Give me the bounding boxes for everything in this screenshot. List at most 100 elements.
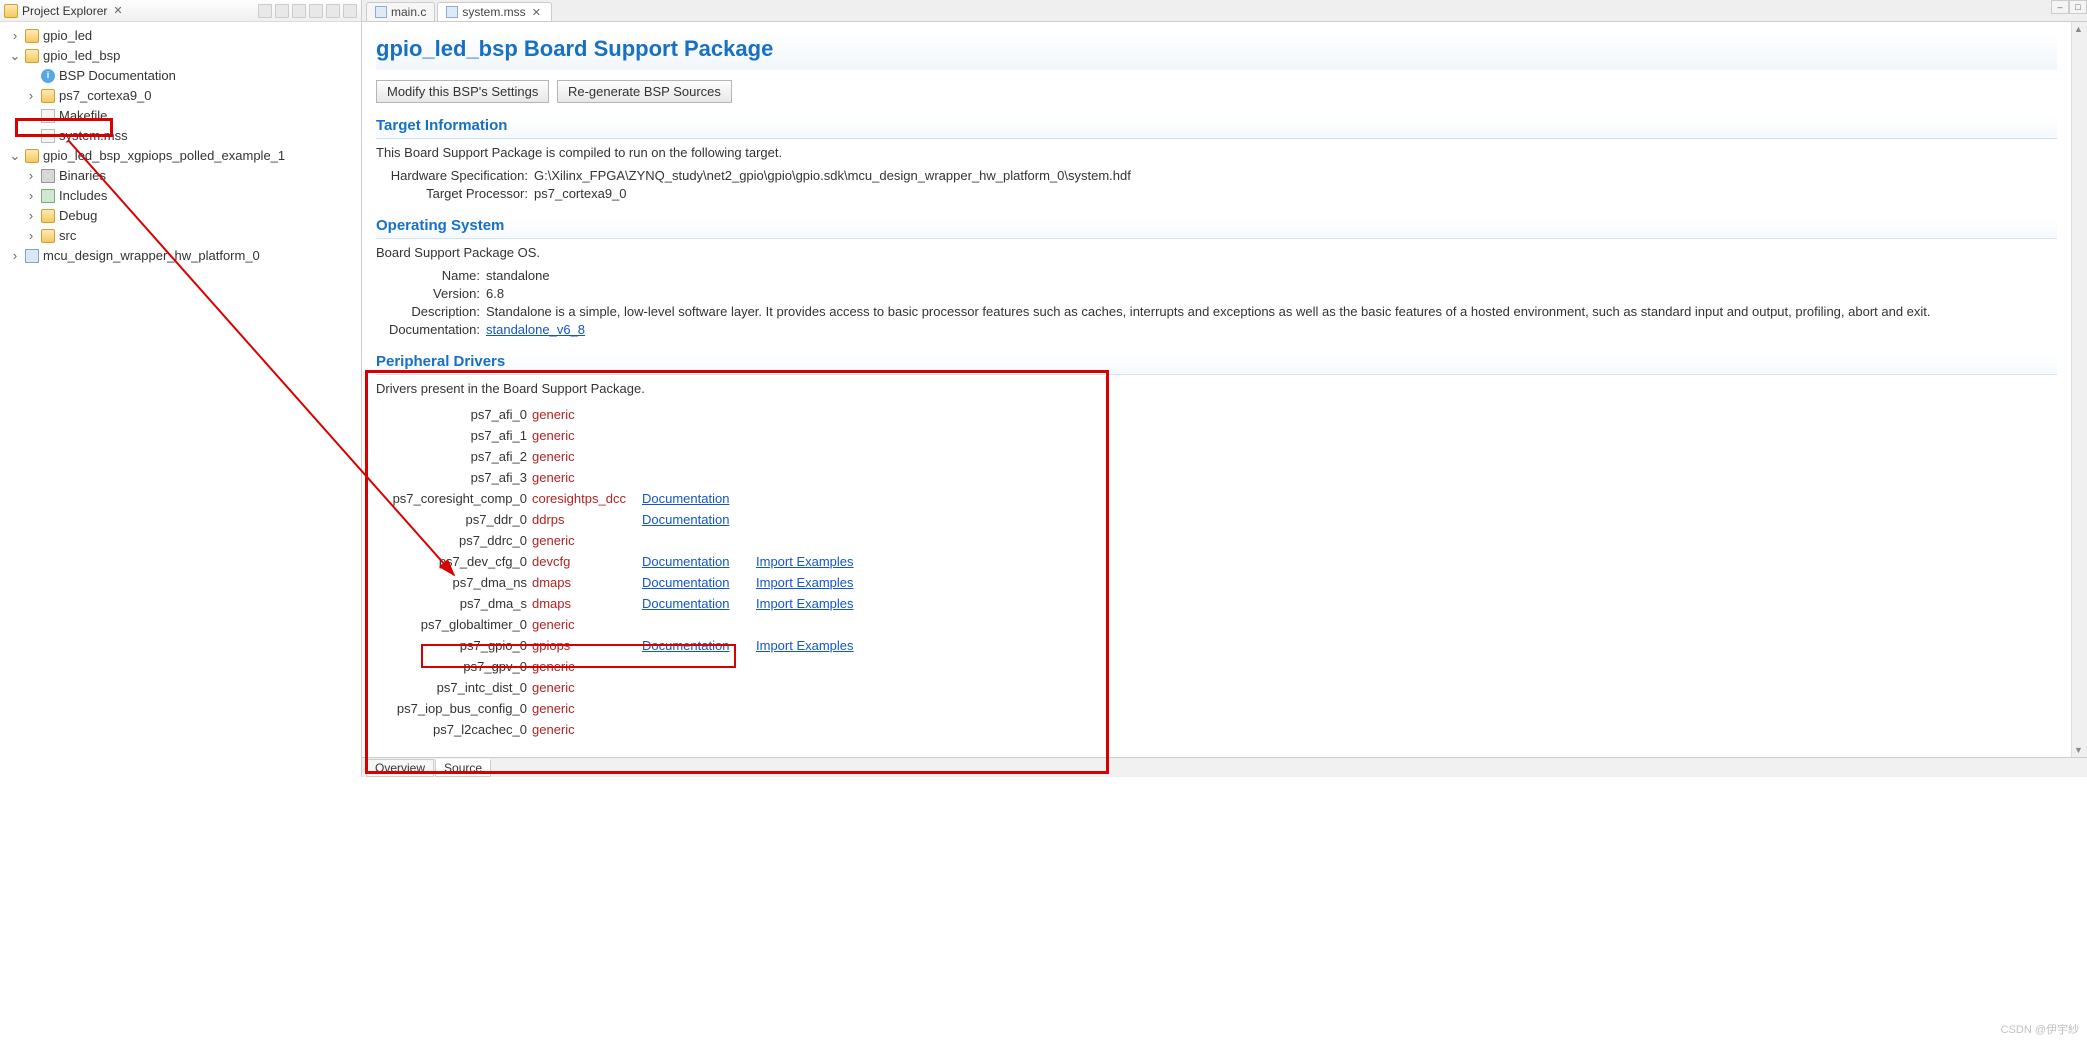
editor-max-icon[interactable]: □	[2069, 0, 2087, 14]
driver-doc-cell	[642, 425, 756, 446]
toolbar-min-icon[interactable]	[326, 4, 340, 18]
toolbar-link-icon[interactable]	[275, 4, 289, 18]
target-proc-label: Target Processor:	[376, 186, 534, 201]
driver-driver: gpiops	[532, 635, 642, 656]
twisty-icon[interactable]: ⌄	[9, 146, 21, 166]
modify-bsp-button[interactable]: Modify this BSP's Settings	[376, 80, 549, 103]
driver-import-cell	[756, 698, 886, 719]
driver-doc-link[interactable]: Documentation	[642, 575, 729, 590]
driver-driver: generic	[532, 698, 642, 719]
driver-row: ps7_ddrc_0generic	[376, 530, 2057, 551]
overview-tab[interactable]: Overview	[366, 759, 434, 777]
tree-label: system.mss	[59, 126, 128, 146]
twisty-icon[interactable]: ›	[25, 226, 37, 246]
driver-import-cell	[756, 719, 886, 740]
twisty-icon[interactable]: ›	[25, 166, 37, 186]
driver-import-cell	[756, 530, 886, 551]
tree-node-example-proj[interactable]: ⌄ gpio_led_bsp_xgpiops_polled_example_1	[6, 146, 288, 166]
driver-import-cell	[756, 488, 886, 509]
editor-content[interactable]: gpio_led_bsp Board Support Package Modif…	[362, 22, 2071, 757]
driver-row: ps7_l2cachec_0generic	[376, 719, 2057, 740]
driver-row: ps7_afi_3generic	[376, 467, 2057, 488]
binaries-icon	[41, 169, 55, 183]
tree-node-system-mss[interactable]: system.mss	[22, 126, 131, 146]
driver-driver: dmaps	[532, 572, 642, 593]
tree-node-src[interactable]: › src	[22, 226, 79, 246]
tree-node-debug[interactable]: › Debug	[22, 206, 100, 226]
tree-node-binaries[interactable]: › Binaries	[22, 166, 109, 186]
driver-row: ps7_afi_2generic	[376, 446, 2057, 467]
driver-name: ps7_globaltimer_0	[376, 614, 532, 635]
regenerate-bsp-button[interactable]: Re-generate BSP Sources	[557, 80, 732, 103]
tree-node-makefile[interactable]: Makefile	[22, 106, 110, 126]
twisty-icon[interactable]: ›	[25, 186, 37, 206]
driver-driver: dmaps	[532, 593, 642, 614]
twisty-icon[interactable]: ›	[25, 206, 37, 226]
driver-row: ps7_dma_nsdmapsDocumentationImport Examp…	[376, 572, 2057, 593]
driver-row: ps7_intc_dist_0generic	[376, 677, 2057, 698]
project-icon	[25, 149, 39, 163]
driver-import-link[interactable]: Import Examples	[756, 554, 854, 569]
driver-doc-cell	[642, 614, 756, 635]
tree-node-hw-platform[interactable]: › mcu_design_wrapper_hw_platform_0	[6, 246, 263, 266]
os-doc-link-cell: standalone_v6_8	[486, 322, 2057, 337]
driver-driver: devcfg	[532, 551, 642, 572]
editor-min-icon[interactable]: –	[2051, 0, 2069, 14]
driver-driver: generic	[532, 404, 642, 425]
twisty-icon[interactable]: ⌄	[9, 46, 21, 66]
driver-import-link[interactable]: Import Examples	[756, 596, 854, 611]
toolbar-collapse-icon[interactable]	[258, 4, 272, 18]
tree-label: gpio_led_bsp	[43, 46, 120, 66]
driver-driver: generic	[532, 425, 642, 446]
driver-doc-link[interactable]: Documentation	[642, 512, 729, 527]
driver-driver: generic	[532, 530, 642, 551]
tab-close-icon[interactable]: ✕	[530, 6, 543, 19]
view-close-icon[interactable]: ✕	[111, 4, 124, 17]
driver-doc-cell	[642, 677, 756, 698]
toolbar-max-icon[interactable]	[343, 4, 357, 18]
project-tree[interactable]: › gpio_led ⌄ gpio_led_bsp i BSP Document…	[0, 22, 361, 777]
file-icon	[41, 129, 55, 143]
driver-name: ps7_intc_dist_0	[376, 677, 532, 698]
driver-doc-cell: Documentation	[642, 551, 756, 572]
c-file-icon	[375, 6, 387, 18]
driver-doc-link[interactable]: Documentation	[642, 491, 729, 506]
tab-main-c[interactable]: main.c	[366, 2, 435, 21]
driver-import-link[interactable]: Import Examples	[756, 638, 854, 653]
tree-node-gpio-led-bsp[interactable]: ⌄ gpio_led_bsp	[6, 46, 123, 66]
twisty-icon[interactable]: ›	[9, 26, 21, 46]
os-doc-link[interactable]: standalone_v6_8	[486, 322, 585, 337]
folder-icon	[41, 229, 55, 243]
form-page-tabs: Overview Source	[362, 757, 2087, 777]
driver-driver: generic	[532, 467, 642, 488]
toolbar-filter-icon[interactable]	[292, 4, 306, 18]
driver-doc-cell: Documentation	[642, 593, 756, 614]
driver-import-link[interactable]: Import Examples	[756, 575, 854, 590]
driver-name: ps7_afi_2	[376, 446, 532, 467]
drivers-table: ps7_afi_0genericps7_afi_1genericps7_afi_…	[376, 404, 2057, 740]
driver-row: ps7_globaltimer_0generic	[376, 614, 2057, 635]
driver-doc-link[interactable]: Documentation	[642, 554, 729, 569]
tree-node-bsp-doc[interactable]: i BSP Documentation	[22, 66, 179, 86]
driver-doc-cell	[642, 467, 756, 488]
twisty-icon[interactable]	[25, 66, 37, 86]
tree-node-includes[interactable]: › Includes	[22, 186, 110, 206]
driver-doc-link[interactable]: Documentation	[642, 596, 729, 611]
tree-label: Makefile	[59, 106, 107, 126]
editor-area: main.c system.mss ✕ – □ gpio_led_bsp Boa…	[362, 0, 2087, 777]
tab-system-mss[interactable]: system.mss ✕	[437, 2, 552, 21]
driver-row: ps7_ddr_0ddrpsDocumentation	[376, 509, 2057, 530]
source-tab[interactable]: Source	[435, 759, 491, 777]
driver-doc-cell	[642, 656, 756, 677]
vertical-scrollbar[interactable]	[2071, 22, 2087, 757]
driver-doc-link[interactable]: Documentation	[642, 638, 729, 653]
os-version-value: 6.8	[486, 286, 2057, 301]
tree-node-ps7-cortexa9-0[interactable]: › ps7_cortexa9_0	[22, 86, 155, 106]
tree-node-gpio-led[interactable]: › gpio_led	[6, 26, 95, 46]
twisty-icon[interactable]: ›	[9, 246, 21, 266]
driver-driver: generic	[532, 719, 642, 740]
driver-name: ps7_ddrc_0	[376, 530, 532, 551]
toolbar-menu-icon[interactable]	[309, 4, 323, 18]
target-proc-value: ps7_cortexa9_0	[534, 186, 2057, 201]
twisty-icon[interactable]: ›	[25, 86, 37, 106]
